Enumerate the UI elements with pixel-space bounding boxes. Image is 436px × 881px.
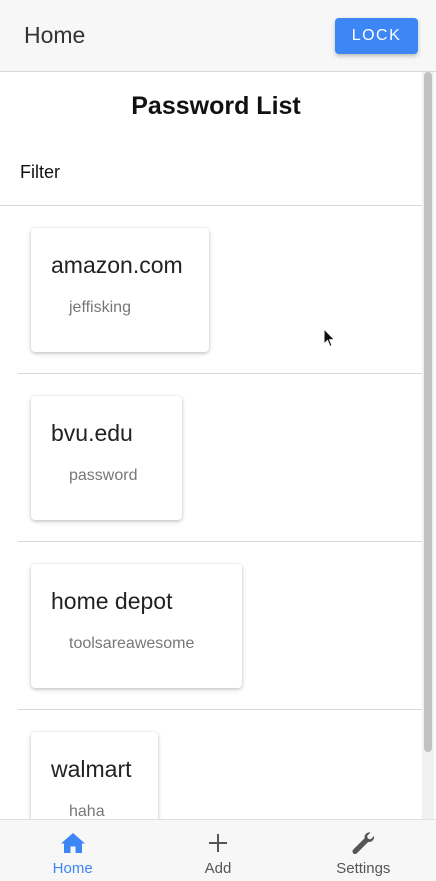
password-card[interactable]: walmart haha (31, 732, 158, 819)
password-list: amazon.com jeffisking bvu.edu password h… (0, 206, 432, 819)
filter-field[interactable]: Filter (0, 150, 432, 206)
scrollbar-thumb[interactable] (424, 72, 432, 752)
home-icon (60, 830, 86, 856)
card-username: password (69, 467, 138, 484)
scrollbar[interactable] (422, 72, 434, 819)
nav-home-label: Home (52, 860, 93, 877)
list-item: bvu.edu password (0, 374, 432, 542)
mouse-cursor-icon (323, 328, 336, 348)
list-item: amazon.com jeffisking (0, 206, 432, 374)
filter-label: Filter (20, 162, 60, 182)
wrench-icon (350, 830, 376, 856)
app-header: Home LOCK (0, 0, 436, 72)
password-card[interactable]: bvu.edu password (31, 396, 182, 520)
nav-home[interactable]: Home (0, 820, 145, 881)
page-title: Password List (131, 92, 301, 120)
password-card[interactable]: home depot toolsareawesome (31, 564, 242, 688)
card-username: jeffisking (69, 299, 131, 316)
password-card[interactable]: amazon.com jeffisking (31, 228, 209, 352)
main-content[interactable]: Password List Filter amazon.com jeffiski… (0, 72, 436, 819)
list-item: home depot toolsareawesome (0, 542, 432, 710)
bottom-navigation: Home Add Settings (0, 819, 436, 881)
nav-settings[interactable]: Settings (291, 820, 436, 881)
list-item: walmart haha (0, 710, 432, 819)
card-username: toolsareawesome (69, 635, 195, 652)
card-site: bvu.edu (51, 420, 133, 446)
nav-add[interactable]: Add (145, 820, 290, 881)
lock-button[interactable]: LOCK (335, 18, 418, 54)
plus-icon (207, 830, 229, 856)
nav-settings-label: Settings (336, 860, 391, 877)
card-site: home depot (51, 588, 173, 614)
header-title: Home (24, 22, 86, 48)
app-window: Home LOCK Password List Filter amazon.co… (0, 0, 436, 881)
card-username: haha (69, 803, 105, 819)
card-site: amazon.com (51, 252, 183, 278)
card-site: walmart (51, 756, 132, 782)
nav-add-label: Add (204, 860, 232, 877)
